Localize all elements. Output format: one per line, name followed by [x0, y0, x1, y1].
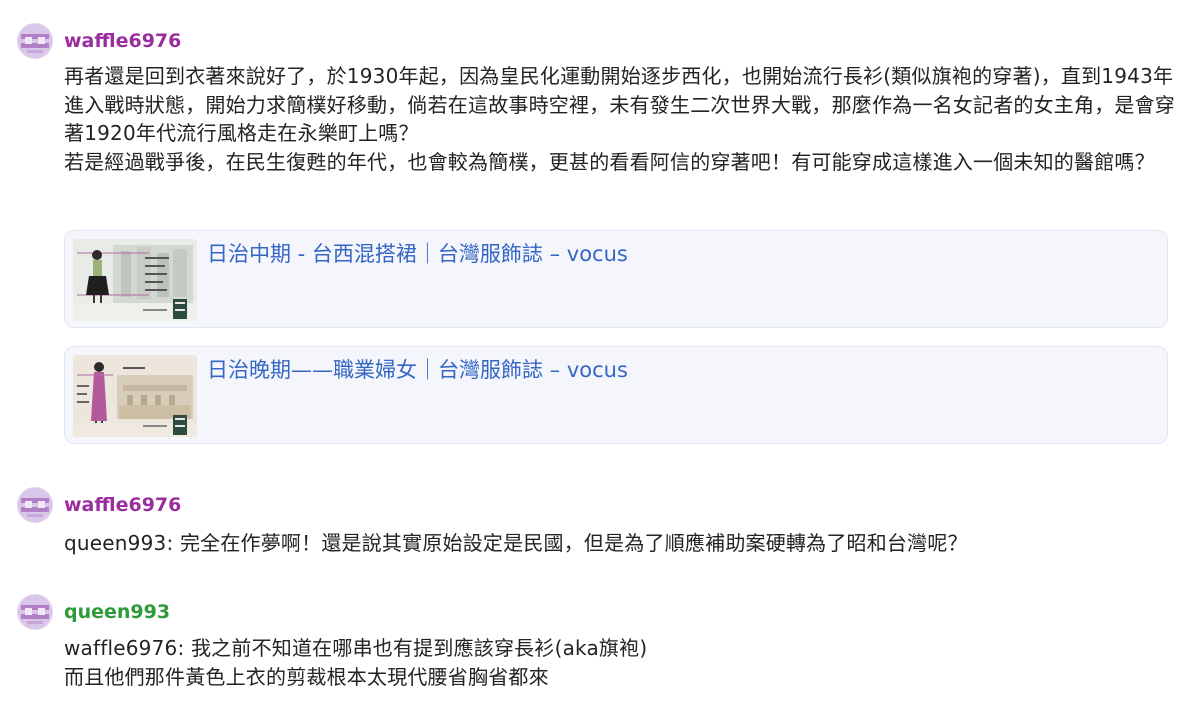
link-preview-card[interactable]: 日治晚期——職業婦女｜台灣服飾誌 – vocus [64, 346, 1168, 444]
reply-separator: : [166, 531, 180, 555]
reply-mention[interactable]: waffle6976 [64, 636, 177, 660]
comment-paragraph: 再者還是回到衣著來說好了，於1930年起，因為皇民化運動開始逐步西化，也開始流行… [64, 64, 1175, 145]
comment-body: 再者還是回到衣著來說好了，於1930年起，因為皇民化運動開始逐步西化，也開始流行… [64, 62, 1179, 176]
comment-text: 完全在作夢啊！還是說其實原始設定是民國，但是為了順應補助案硬轉為了昭和台灣呢？ [179, 531, 968, 555]
reply-mention[interactable]: queen993 [64, 531, 166, 555]
comment-username[interactable]: waffle6976 [64, 494, 181, 516]
link-thumbnail [73, 355, 197, 437]
comment-line: 而且他們那件黃色上衣的剪裁根本太現代腰省胸省都來 [64, 664, 549, 689]
comment-username[interactable]: queen993 [64, 601, 170, 623]
avatar-icon[interactable] [17, 594, 53, 630]
comment-body: queen993: 完全在作夢啊！還是說其實原始設定是民國，但是為了順應補助案硬… [64, 529, 1179, 558]
reply-separator: : [177, 636, 191, 660]
avatar-icon[interactable] [17, 23, 53, 59]
avatar-icon[interactable] [17, 487, 53, 523]
link-preview-card[interactable]: 日治中期 - 台西混搭裙｜台灣服飾誌 – vocus [64, 230, 1168, 328]
comment-line: waffle6976: 我之前不知道在哪串也有提到應該穿長衫(aka旗袍) [64, 634, 1179, 663]
link-title[interactable]: 日治中期 - 台西混搭裙｜台灣服飾誌 – vocus [207, 239, 628, 269]
link-title[interactable]: 日治晚期——職業婦女｜台灣服飾誌 – vocus [207, 355, 628, 385]
comment-username[interactable]: waffle6976 [64, 30, 181, 52]
comment-text: 我之前不知道在哪串也有提到應該穿長衫(aka旗袍) [190, 636, 648, 660]
link-thumbnail [73, 239, 197, 321]
comment-thread: waffle6976 再者還是回到衣著來說好了，於1930年起，因為皇民化運動開… [0, 0, 1195, 701]
comment-paragraph: 若是經過戰爭後，在民生復甦的年代，也會較為簡樸，更甚的看看阿信的穿著吧！有可能穿… [64, 149, 1155, 174]
comment-body: waffle6976: 我之前不知道在哪串也有提到應該穿長衫(aka旗袍) 而且… [64, 634, 1179, 691]
